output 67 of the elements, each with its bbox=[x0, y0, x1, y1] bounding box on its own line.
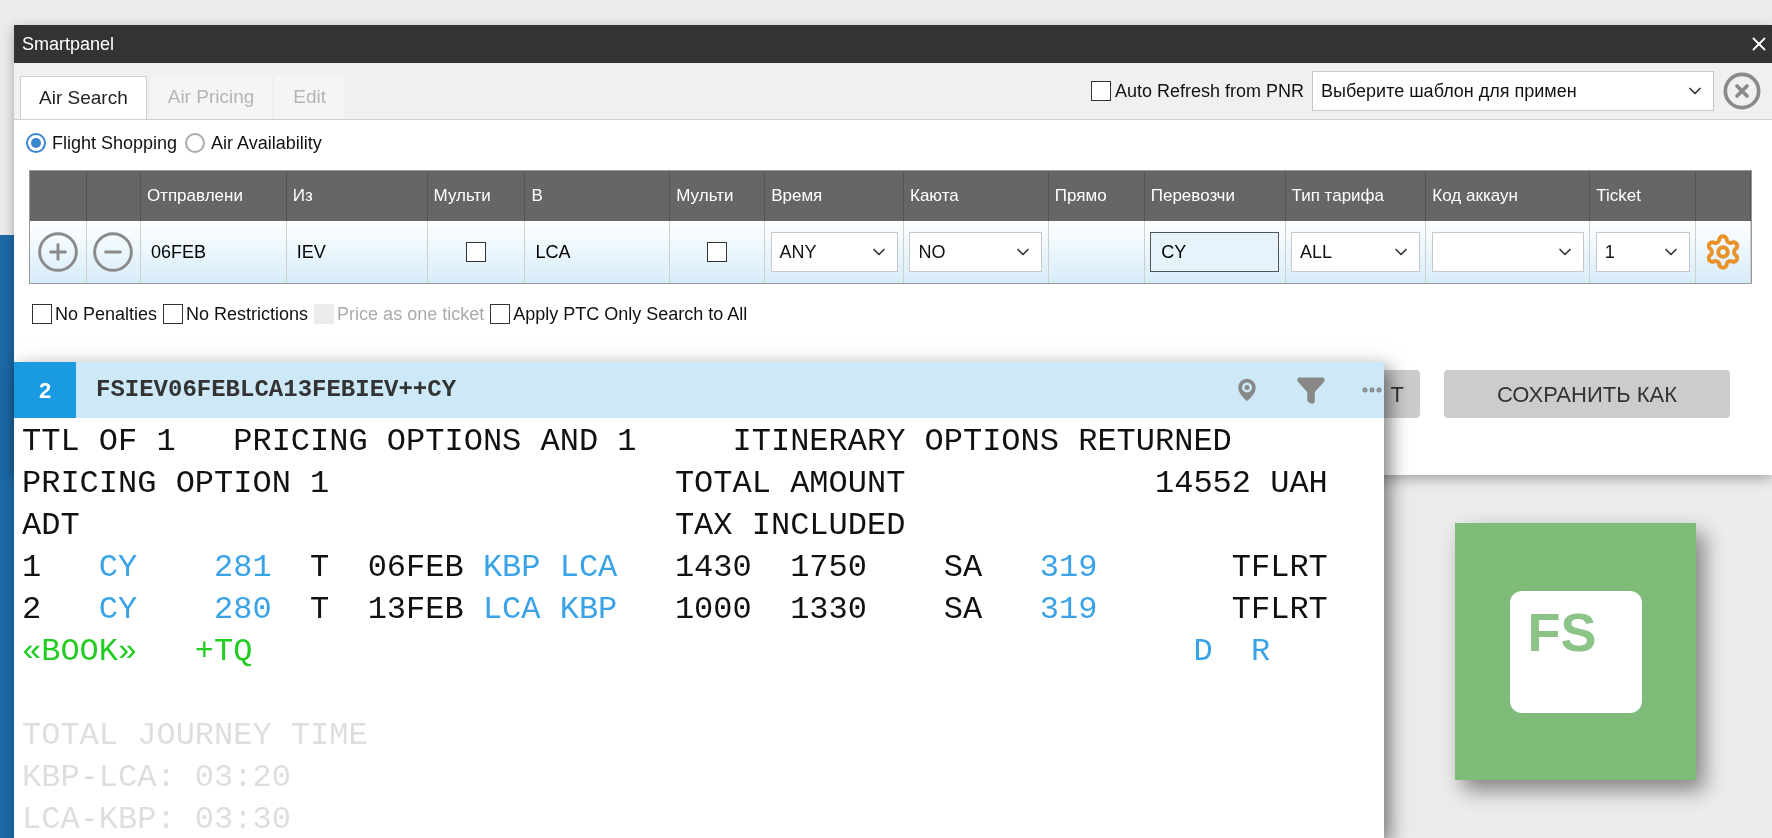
checkbox-label: No Penalties bbox=[55, 302, 158, 326]
terminal-text: 1430 1750 SA bbox=[673, 549, 984, 586]
app-tile[interactable]: FS bbox=[1455, 523, 1696, 780]
remove-icon[interactable] bbox=[91, 230, 136, 274]
terminal-link[interactable]: KBP LCA bbox=[482, 549, 618, 586]
checkbox[interactable] bbox=[490, 304, 511, 324]
terminal-text: T 13FEB bbox=[309, 591, 465, 628]
checkbox[interactable] bbox=[32, 304, 52, 324]
action-button[interactable]: СОХРАНИТЬ КАК bbox=[1444, 370, 1730, 418]
tab-number[interactable]: 2 bbox=[14, 362, 76, 418]
column-header: Каюта bbox=[910, 185, 959, 208]
terminal-text: 2 bbox=[22, 591, 43, 628]
checkbox-label: No Restrictions bbox=[186, 302, 309, 326]
input-field[interactable]: CY bbox=[1150, 232, 1280, 272]
table-cell-text: 06FEB bbox=[149, 240, 207, 264]
terminal-text: TFLRT bbox=[1230, 591, 1328, 628]
terminal-link[interactable]: LCA KBP bbox=[482, 591, 618, 628]
add-icon[interactable] bbox=[35, 230, 80, 274]
terminal-text: PRICING OPTION 1 TOTAL AMOUNT 14552 UAH bbox=[22, 465, 1328, 502]
terminal-text: 1 bbox=[22, 549, 43, 586]
template-dropdown[interactable]: Выберите шаблон для примен bbox=[1312, 71, 1714, 111]
table-cell-text: LCA bbox=[534, 240, 572, 264]
dropdown[interactable]: 1 bbox=[1595, 232, 1690, 272]
column-header: Мульти bbox=[676, 185, 734, 208]
tab[interactable]: Air Search bbox=[20, 76, 147, 119]
clear-icon[interactable] bbox=[1722, 71, 1762, 111]
terminal-text: T 06FEB bbox=[309, 549, 465, 586]
column-header: Отправлени bbox=[146, 185, 243, 208]
terminal-text: ADT TAX INCLUDED bbox=[22, 507, 906, 544]
checkbox-label: Auto Refresh from PNR bbox=[1114, 79, 1304, 103]
column-header: Тип тарифа bbox=[1291, 185, 1385, 208]
radio-button[interactable] bbox=[26, 133, 46, 153]
column-header: Ticket bbox=[1596, 185, 1641, 208]
terminal-text: TFLRT bbox=[1230, 549, 1328, 586]
dropdown[interactable]: ALL bbox=[1291, 232, 1420, 272]
terminal-text: 1000 1330 SA bbox=[673, 591, 984, 628]
window-title: Smartpanel bbox=[22, 32, 115, 56]
terminal-link[interactable]: CY 281 bbox=[98, 549, 272, 586]
terminal-link[interactable]: D R bbox=[252, 633, 1271, 670]
terminal-link[interactable]: 319 bbox=[1039, 549, 1098, 586]
dropdown[interactable]: NO bbox=[909, 232, 1043, 272]
dropdown[interactable]: ANY bbox=[770, 232, 898, 272]
terminal-text: TTL OF 1 PRICING OPTIONS AND 1 ITINERARY OPTIONS RETURNED bbox=[22, 423, 1232, 460]
terminal-link[interactable]: CY 280 bbox=[98, 591, 272, 628]
checkbox[interactable] bbox=[1090, 81, 1111, 101]
checkbox-label: Price as one ticket bbox=[337, 302, 485, 326]
column-header: Код аккаун bbox=[1432, 185, 1518, 208]
filter-icon[interactable] bbox=[1296, 375, 1326, 405]
column-header: В bbox=[531, 185, 543, 208]
column-header: Прямо bbox=[1054, 185, 1107, 208]
checkbox[interactable] bbox=[163, 304, 184, 324]
command-link[interactable]: «BOOK» +TQ bbox=[22, 633, 253, 670]
table-cell-text: IEV bbox=[295, 240, 327, 264]
command-text: FSIEV06FEBLCA13FEBIEV++CY bbox=[96, 375, 457, 405]
checkbox[interactable] bbox=[466, 242, 486, 262]
checkbox[interactable] bbox=[707, 242, 728, 262]
radio-button[interactable] bbox=[185, 133, 206, 153]
checkbox-label: Apply PTC Only Search to All bbox=[513, 302, 748, 326]
column-header: Перевозчи bbox=[1150, 185, 1235, 208]
terminal-link[interactable]: 319 bbox=[1039, 591, 1098, 628]
radio-label: Air Availability bbox=[211, 131, 322, 155]
column-header: Мульти bbox=[433, 185, 491, 208]
dropdown[interactable] bbox=[1431, 232, 1584, 272]
app-logo: FS bbox=[1509, 590, 1642, 713]
column-header: Из bbox=[292, 185, 313, 208]
radio-label: Flight Shopping bbox=[52, 131, 178, 155]
column-header: Время bbox=[771, 185, 823, 208]
